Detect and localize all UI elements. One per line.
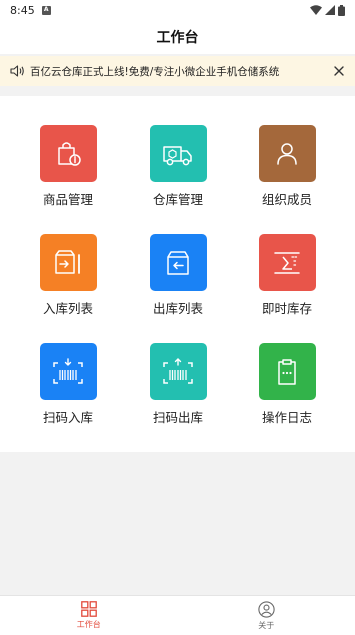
- outbound-box-icon: [167, 250, 189, 275]
- tile-label: 仓库管理: [152, 192, 203, 207]
- tile-outbound-list[interactable]: 出库列表: [128, 234, 228, 334]
- tile-label: 组织成员: [261, 192, 312, 207]
- tile-realtime-inventory[interactable]: 即时库存: [237, 234, 337, 334]
- tile-label: 即时库存: [261, 301, 312, 316]
- tile-scan-inbound[interactable]: 扫码入库: [18, 343, 118, 443]
- tile-label: 商品管理: [42, 192, 93, 207]
- tile-inbound-list[interactable]: 入库列表: [18, 234, 118, 334]
- tile-operation-log[interactable]: 操作日志: [237, 343, 337, 443]
- tile-icon-box: [39, 125, 97, 182]
- inbound-box-icon: [55, 249, 80, 274]
- status-bar: 8:45 A: [0, 0, 355, 20]
- sim-icon: A: [41, 5, 51, 15]
- tile-icon-box: [149, 125, 207, 182]
- tile-product-management[interactable]: 商品管理: [18, 125, 118, 225]
- tab-workbench[interactable]: 工作台: [0, 596, 178, 635]
- notice-banner: 百亿云仓库正式上线!免费/专注小微企业手机仓储系统: [0, 56, 355, 86]
- tile-label: 操作日志: [261, 410, 312, 425]
- status-icons: [310, 4, 345, 16]
- clipboard-icon: [278, 358, 296, 385]
- close-icon[interactable]: [333, 65, 345, 77]
- tile-icon-box: [258, 343, 316, 400]
- scan-in-icon: [53, 357, 83, 384]
- profile-icon: [258, 600, 275, 618]
- user-icon: [277, 142, 297, 165]
- notice-text: 百亿云仓库正式上线!免费/专注小微企业手机仓储系统: [30, 65, 280, 78]
- scan-out-icon: [163, 357, 193, 384]
- tile-icon-box: [258, 234, 316, 291]
- sum-icon: [274, 251, 300, 274]
- status-time: 8:45: [10, 3, 35, 17]
- tile-icon-box: [39, 234, 97, 291]
- tile-label: 入库列表: [42, 301, 93, 316]
- wifi-icon: [310, 5, 322, 15]
- tile-organization-members[interactable]: 组织成员: [237, 125, 337, 225]
- speaker-icon: [10, 65, 24, 77]
- tile-label: 出库列表: [152, 301, 203, 316]
- tab-about[interactable]: 关于: [178, 596, 355, 635]
- grid-icon: [80, 601, 97, 617]
- shopping-bag-icon: [58, 141, 81, 166]
- signal-icon: [325, 5, 335, 15]
- function-grid: 商品管理 仓库管理 组织成员 入库列表 出库列表 即时库存 扫码入库 扫码出库 …: [0, 96, 355, 452]
- bottom-tab-bar: 工作台 关于: [0, 595, 355, 635]
- battery-icon: [338, 4, 345, 16]
- app-header: 工作台: [0, 20, 355, 54]
- tile-icon-box: [39, 343, 97, 400]
- tab-label: 关于: [258, 620, 275, 630]
- tile-icon-box: [149, 343, 207, 400]
- tile-scan-outbound[interactable]: 扫码出库: [128, 343, 228, 443]
- page-title: 工作台: [156, 30, 199, 46]
- tab-label: 工作台: [76, 620, 101, 629]
- tile-icon-box: [149, 234, 207, 291]
- tile-label: 扫码入库: [42, 410, 93, 425]
- sim-letter: A: [43, 6, 49, 13]
- tile-label: 扫码出库: [152, 410, 203, 425]
- tile-warehouse-management[interactable]: 仓库管理: [128, 125, 228, 225]
- delivery-truck-icon: [163, 145, 192, 165]
- tile-icon-box: [258, 125, 316, 182]
